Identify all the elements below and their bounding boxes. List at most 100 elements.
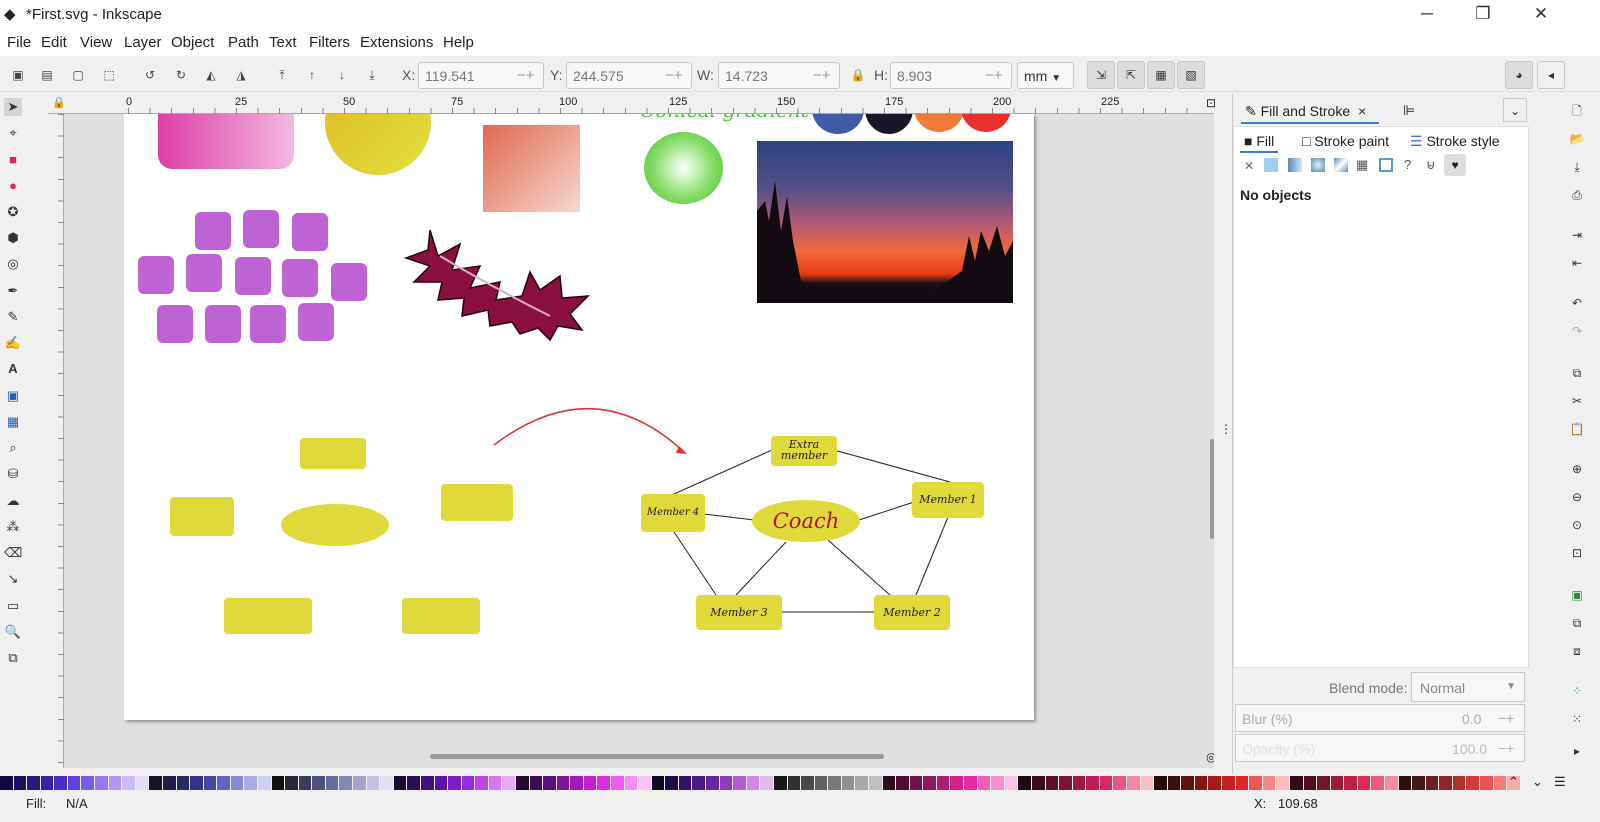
raise-icon[interactable]: ↑: [302, 65, 322, 85]
save-icon[interactable]: ⤓: [1568, 158, 1586, 176]
palette-swatch[interactable]: [923, 776, 936, 790]
palette-swatch[interactable]: [801, 776, 814, 790]
zoom-tool-icon[interactable]: 🔍: [4, 623, 22, 641]
palette-swatch[interactable]: [203, 776, 217, 790]
palette-menu-icon[interactable]: ☰: [1554, 774, 1566, 790]
palette-swatch[interactable]: [1140, 776, 1154, 790]
3d-box-tool-icon[interactable]: ⬢: [4, 229, 22, 247]
palette-swatch[interactable]: [257, 776, 271, 790]
palette-swatch[interactable]: [1398, 776, 1412, 790]
palette-swatch[interactable]: [977, 776, 991, 790]
radial-gradient-icon[interactable]: [1311, 158, 1325, 172]
no-paint-icon[interactable]: ✕: [1244, 159, 1254, 173]
mesh-tool-icon[interactable]: ▦: [4, 413, 22, 431]
palette-swatch[interactable]: [855, 776, 868, 790]
palette-swatch[interactable]: [285, 776, 298, 790]
palette-swatch[interactable]: [733, 776, 746, 790]
palette-swatch[interactable]: [828, 776, 841, 790]
text-tool-icon[interactable]: A: [4, 360, 22, 378]
conical-gradient-icon[interactable]: [1334, 158, 1348, 172]
menu-layer[interactable]: Layer: [124, 34, 162, 51]
palette-swatch[interactable]: [787, 776, 801, 790]
unlink-clone-icon[interactable]: ⧈: [1568, 642, 1586, 660]
subtab-stroke-paint[interactable]: □ Stroke paint: [1298, 131, 1393, 153]
palette-swatch[interactable]: [746, 776, 760, 790]
mesh-gradient-icon[interactable]: ▦: [1356, 157, 1368, 173]
y-field[interactable]: 244.575 −+: [566, 62, 692, 89]
w-field[interactable]: 14.723 −+: [718, 62, 840, 89]
horizontal-scrollbar[interactable]: [430, 754, 884, 759]
pencil-tool-icon[interactable]: ✎: [4, 308, 22, 326]
pattern-icon[interactable]: [1379, 158, 1393, 172]
palette-swatch[interactable]: [570, 776, 583, 790]
palette-swatch[interactable]: [244, 776, 257, 790]
star-tool-icon[interactable]: ✪: [4, 203, 22, 221]
palette-swatch[interactable]: [366, 776, 380, 790]
page[interactable]: Conical gradient: [124, 114, 1034, 720]
palette-swatch[interactable]: [1330, 776, 1344, 790]
transform-gradients-button[interactable]: ▦: [1147, 61, 1175, 89]
palette-swatch[interactable]: [597, 776, 611, 790]
h-stepper-icon[interactable]: −+: [985, 67, 1003, 84]
palette-swatch[interactable]: [882, 776, 896, 790]
ungroup-icon[interactable]: ⁙: [1568, 710, 1586, 728]
subtab-stroke-style[interactable]: ☰ Stroke style: [1406, 131, 1504, 153]
lower-to-bottom-icon[interactable]: ⤓: [362, 65, 382, 85]
palette-swatch[interactable]: [1004, 776, 1018, 790]
palette-swatch[interactable]: [1086, 776, 1099, 790]
connector-tool-icon[interactable]: ↘: [4, 570, 22, 588]
palette-swatch[interactable]: [1113, 776, 1126, 790]
palette-scroll-up-icon[interactable]: ⌃: [1508, 774, 1519, 790]
palette-swatch[interactable]: [1126, 776, 1140, 790]
palette-swatch[interactable]: [1425, 776, 1439, 790]
deselect-icon[interactable]: ▢: [68, 65, 88, 85]
marker-paint-icon[interactable]: ♥: [1444, 154, 1466, 176]
palette-swatch[interactable]: [665, 776, 678, 790]
palette-swatch[interactable]: [1154, 776, 1167, 790]
flip-horizontal-icon[interactable]: ◭: [201, 65, 221, 85]
menu-view[interactable]: View: [80, 34, 112, 51]
eraser-tool-icon[interactable]: ⌫: [4, 544, 22, 562]
palette-swatch[interactable]: [393, 776, 407, 790]
select-all-icon[interactable]: ▣: [8, 65, 28, 85]
palette-swatch[interactable]: [1222, 776, 1235, 790]
x-field[interactable]: 119.541 −+: [418, 62, 544, 89]
raise-to-top-icon[interactable]: ⤒: [272, 65, 292, 85]
palette-swatch[interactable]: [325, 776, 339, 790]
palette-swatch[interactable]: [1194, 776, 1208, 790]
clone-icon[interactable]: ⧉: [1568, 614, 1586, 632]
rotate-cw-icon[interactable]: ↻: [171, 65, 191, 85]
palette-swatch[interactable]: [190, 776, 203, 790]
color-managed-icon[interactable]: ◎: [1206, 750, 1214, 764]
zoom-corner-icon[interactable]: ⊡: [1206, 96, 1216, 110]
palette-swatch[interactable]: [991, 776, 1004, 790]
palette-swatch[interactable]: [638, 776, 651, 790]
palette-swatch[interactable]: [176, 776, 190, 790]
palette-swatch[interactable]: [13, 776, 27, 790]
measure-tool-icon[interactable]: ⧉: [4, 649, 22, 667]
subtab-fill[interactable]: ■ Fill: [1240, 131, 1279, 153]
palette-swatch[interactable]: [1303, 776, 1317, 790]
palette-swatch[interactable]: [1439, 776, 1452, 790]
blur-stepper-icon[interactable]: −+: [1498, 710, 1514, 726]
palette-swatch[interactable]: [135, 776, 149, 790]
palette-swatch[interactable]: [95, 776, 108, 790]
selector-tool-icon[interactable]: ➤: [4, 98, 22, 116]
palette-swatch[interactable]: [1031, 776, 1045, 790]
paint-bucket-tool-icon[interactable]: ⛁: [4, 465, 22, 483]
unset-paint-icon[interactable]: ?: [1404, 157, 1411, 172]
palette-swatch[interactable]: [502, 776, 515, 790]
redo-icon[interactable]: ↷: [1568, 322, 1586, 340]
more-commands-icon[interactable]: ▸: [1568, 742, 1586, 760]
close-button[interactable]: ✕: [1512, 0, 1570, 30]
palette-swatch[interactable]: [122, 776, 135, 790]
group-icon[interactable]: ⁘: [1568, 682, 1586, 700]
palette-swatch[interactable]: [1167, 776, 1181, 790]
menu-file[interactable]: File: [7, 34, 31, 51]
palette-swatch[interactable]: [624, 776, 638, 790]
palette-swatch[interactable]: [543, 776, 556, 790]
palette-swatch[interactable]: [217, 776, 230, 790]
gradient-tool-icon[interactable]: ▣: [4, 387, 22, 405]
palette-swatch[interactable]: [420, 776, 434, 790]
duplicate-icon[interactable]: ▣: [1568, 586, 1586, 604]
